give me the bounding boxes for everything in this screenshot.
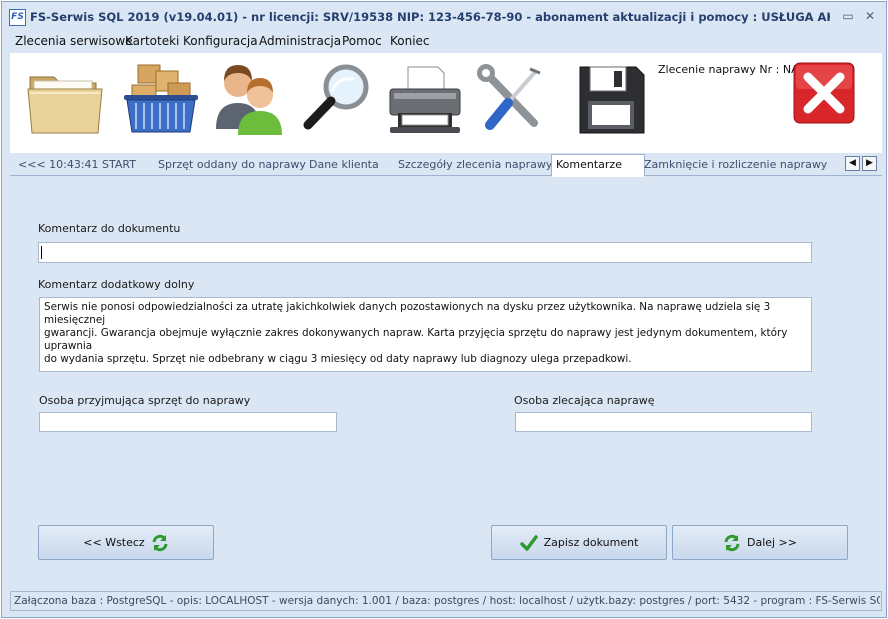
close-red-icon[interactable]	[786, 57, 858, 129]
tab-scroll-left-button[interactable]: ◀	[845, 156, 860, 171]
next-button[interactable]: Dalej >>	[672, 525, 848, 560]
window-title: FS-Serwis SQL 2019 (v19.04.01) - nr lice…	[30, 10, 830, 24]
tab-sprzet-oddany[interactable]: Sprzęt oddany do naprawy	[158, 158, 306, 171]
tools-icon[interactable]	[472, 59, 554, 139]
menu-zlecenia-serwisowe[interactable]: Zlecenia serwisowe	[15, 34, 133, 48]
menu-kartoteki[interactable]: Kartoteki	[125, 34, 179, 48]
users-icon[interactable]	[208, 59, 290, 139]
text-caret	[41, 246, 42, 259]
comment-label: Komentarz do dokumentu	[38, 222, 181, 235]
komentarze-panel: Komentarz do dokumentu Komentarz dodatko…	[10, 177, 882, 587]
refresh-icon	[724, 534, 740, 551]
extra-comment-label: Komentarz dodatkowy dolny	[38, 278, 195, 291]
receiver-input[interactable]	[39, 412, 337, 432]
orderer-input[interactable]	[515, 412, 812, 432]
magnifier-icon[interactable]	[296, 59, 378, 139]
tab-zamkniecie[interactable]: Zamknięcie i rozliczenie naprawy	[644, 158, 827, 171]
orderer-label: Osoba zlecająca naprawę	[514, 394, 655, 407]
close-window-button[interactable]: ✕	[862, 8, 878, 24]
toolbar: Zlecenie naprawy Nr : NA/1/2018	[10, 53, 882, 153]
title-bar[interactable]: FS FS-Serwis SQL 2019 (v19.04.01) - nr l…	[2, 2, 886, 32]
tab-start[interactable]: <<< 10:43:41 START	[18, 158, 136, 171]
tab-strip: <<< 10:43:41 START Sprzęt oddany do napr…	[10, 154, 882, 177]
refresh-icon	[152, 534, 168, 551]
status-bar: Załączona baza : PostgreSQL - opis: LOCA…	[10, 591, 882, 611]
minimize-button[interactable]: ▭	[840, 8, 856, 24]
menu-pomoc[interactable]: Pomoc	[342, 34, 382, 48]
tab-szczegoly-zlecenia[interactable]: Szczegóły zlecenia naprawy	[398, 158, 552, 171]
tab-scroll-right-button[interactable]: ▶	[862, 156, 877, 171]
menu-koniec[interactable]: Koniec	[390, 34, 430, 48]
printer-icon[interactable]	[384, 59, 466, 139]
back-button[interactable]: << Wstecz	[38, 525, 214, 560]
basket-icon[interactable]	[120, 59, 202, 139]
menu-bar: Zlecenia serwisowe Kartoteki Konfiguracj…	[2, 32, 886, 52]
receiver-label: Osoba przyjmująca sprzęt do naprawy	[39, 394, 251, 407]
menu-administracja[interactable]: Administracja	[259, 34, 341, 48]
save-button-label: Zapisz dokument	[543, 536, 639, 549]
app-window: FS FS-Serwis SQL 2019 (v19.04.01) - nr l…	[1, 1, 887, 618]
status-text: Załączona baza : PostgreSQL - opis: LOCA…	[14, 595, 880, 607]
next-button-label: Dalej >>	[746, 536, 798, 549]
tab-komentarze[interactable]: Komentarze	[551, 154, 645, 177]
folder-icon[interactable]	[24, 59, 106, 139]
floppy-disk-icon[interactable]	[570, 59, 652, 139]
app-logo-icon: FS	[9, 9, 26, 26]
back-button-label: << Wstecz	[83, 536, 145, 549]
comment-input[interactable]	[38, 242, 812, 263]
extra-comment-textarea[interactable]: Serwis nie ponosi odpowiedzialności za u…	[39, 297, 812, 372]
tab-dane-klienta[interactable]: Dane klienta	[309, 158, 379, 171]
save-document-button[interactable]: Zapisz dokument	[491, 525, 667, 560]
menu-konfiguracja[interactable]: Konfiguracja	[183, 34, 258, 48]
checkmark-icon	[519, 534, 538, 551]
